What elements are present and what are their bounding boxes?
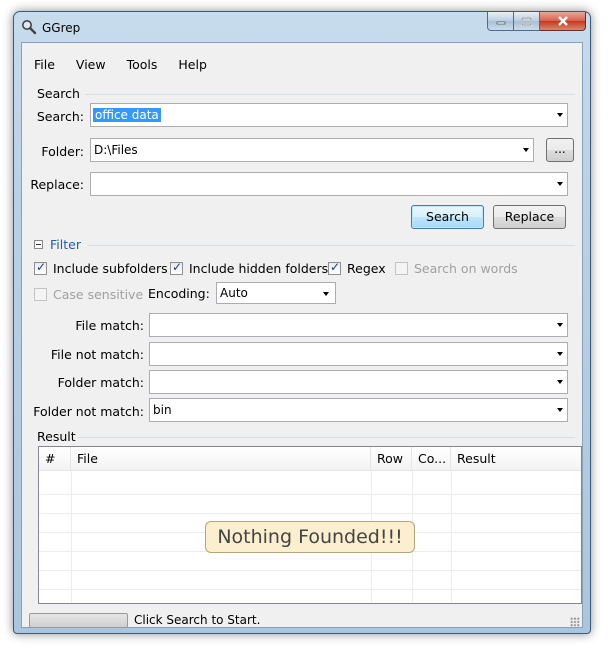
menu-view[interactable]: View [64, 55, 115, 75]
search-input[interactable]: office data [93, 108, 161, 122]
menu-file[interactable]: File [22, 55, 64, 75]
status-text: Click Search to Start. [134, 613, 261, 627]
folder-label: Folder: [41, 144, 84, 159]
checkbox-box[interactable]: ✓ [170, 260, 183, 275]
case-sensitive-checkbox[interactable]: Case sensitive [34, 287, 143, 302]
folder-not-match-combo[interactable]: bin [149, 398, 568, 422]
app-window: GGrep File View Tools Help Search Search… [13, 11, 591, 634]
search-combo[interactable]: office data [90, 103, 568, 127]
results-table[interactable]: # File Row Co... Result Nothing Founded!… [38, 446, 582, 604]
column-header-column[interactable]: Co... [412, 447, 451, 471]
checkbox-box[interactable] [395, 262, 408, 275]
collapse-toggle-icon[interactable] [34, 240, 43, 249]
chevron-down-icon[interactable] [323, 292, 329, 296]
resize-grip-icon[interactable] [570, 617, 580, 627]
checkmark-icon: ✓ [330, 260, 341, 274]
column-header-file[interactable]: File [71, 447, 371, 471]
file-not-match-label: File not match: [50, 347, 144, 362]
file-match-label: File match: [75, 318, 144, 333]
grid-line [39, 589, 581, 590]
folder-input[interactable]: D:\Files [94, 143, 138, 157]
maximize-icon [521, 16, 532, 26]
include-hidden-folders-label: Include hidden folders [189, 261, 329, 276]
close-icon [557, 16, 568, 26]
file-not-match-combo[interactable] [149, 342, 568, 366]
window-title: GGrep [42, 21, 81, 35]
chevron-down-icon[interactable] [523, 148, 529, 152]
include-subfolders-checkbox[interactable]: ✓ Include subfolders [34, 260, 168, 276]
chevron-down-icon[interactable] [557, 323, 563, 327]
replace-label: Replace: [30, 177, 84, 192]
folder-not-match-input[interactable]: bin [153, 403, 172, 417]
checkmark-icon: ✓ [172, 260, 183, 274]
case-sensitive-label: Case sensitive [53, 287, 144, 302]
folder-match-combo[interactable] [149, 370, 568, 394]
column-header-row[interactable]: Row [371, 447, 412, 471]
menu-help[interactable]: Help [166, 55, 216, 75]
encoding-select[interactable]: Auto [216, 282, 336, 304]
minimize-icon [496, 21, 505, 25]
menu-bar: File View Tools Help [22, 55, 216, 75]
search-label: Search: [36, 109, 84, 124]
close-button[interactable] [540, 12, 586, 31]
file-match-combo[interactable] [149, 313, 568, 337]
folder-combo[interactable]: D:\Files [90, 138, 534, 162]
checkmark-icon: ✓ [36, 260, 47, 274]
search-on-words-checkbox[interactable]: Search on words [395, 261, 518, 276]
grid-line [71, 471, 72, 603]
status-bar: Click Search to Start. [22, 609, 582, 629]
chevron-down-icon[interactable] [557, 113, 563, 117]
result-group-divider [78, 437, 575, 438]
include-subfolders-label: Include subfolders [53, 261, 168, 276]
replace-button[interactable]: Replace [493, 205, 566, 229]
checkbox-box[interactable]: ✓ [34, 260, 47, 275]
column-header-number[interactable]: # [39, 447, 71, 471]
grid-line [39, 513, 581, 514]
include-hidden-folders-checkbox[interactable]: ✓ Include hidden folders [170, 260, 329, 276]
encoding-label: Encoding: [148, 286, 210, 301]
search-group-title: Search [37, 86, 80, 101]
folder-match-label: Folder match: [57, 375, 144, 390]
grid-line [451, 471, 452, 603]
search-group-divider [85, 94, 575, 95]
maximize-button[interactable] [514, 12, 540, 31]
column-header-result[interactable]: Result [451, 447, 581, 471]
folder-not-match-label: Folder not match: [33, 404, 144, 419]
regex-label: Regex [347, 261, 386, 276]
filter-group-title[interactable]: Filter [50, 237, 81, 252]
minimize-button[interactable] [487, 12, 514, 31]
title-bar[interactable]: GGrep [14, 12, 590, 40]
regex-checkbox[interactable]: ✓ Regex [328, 260, 386, 276]
search-button[interactable]: Search [411, 205, 484, 229]
client-area: File View Tools Help Search Search: offi… [21, 42, 583, 628]
grid-line [39, 494, 581, 495]
search-on-words-label: Search on words [414, 261, 518, 276]
empty-results-message: Nothing Founded!!! [205, 521, 415, 553]
magnifier-icon [22, 20, 37, 35]
chevron-down-icon[interactable] [557, 352, 563, 356]
browse-folder-button[interactable]: ... [546, 138, 574, 162]
result-group-title: Result [37, 429, 76, 444]
progress-bar [29, 613, 128, 628]
replace-combo[interactable] [90, 172, 568, 196]
checkbox-box[interactable] [34, 288, 47, 301]
results-table-header: # File Row Co... Result [39, 447, 581, 471]
menu-tools[interactable]: Tools [115, 55, 167, 75]
checkbox-box[interactable]: ✓ [328, 260, 341, 275]
chevron-down-icon[interactable] [557, 408, 563, 412]
filter-group-divider [88, 245, 575, 246]
encoding-value: Auto [220, 286, 248, 300]
grid-line [39, 570, 581, 571]
chevron-down-icon[interactable] [557, 380, 563, 384]
chevron-down-icon[interactable] [557, 182, 563, 186]
